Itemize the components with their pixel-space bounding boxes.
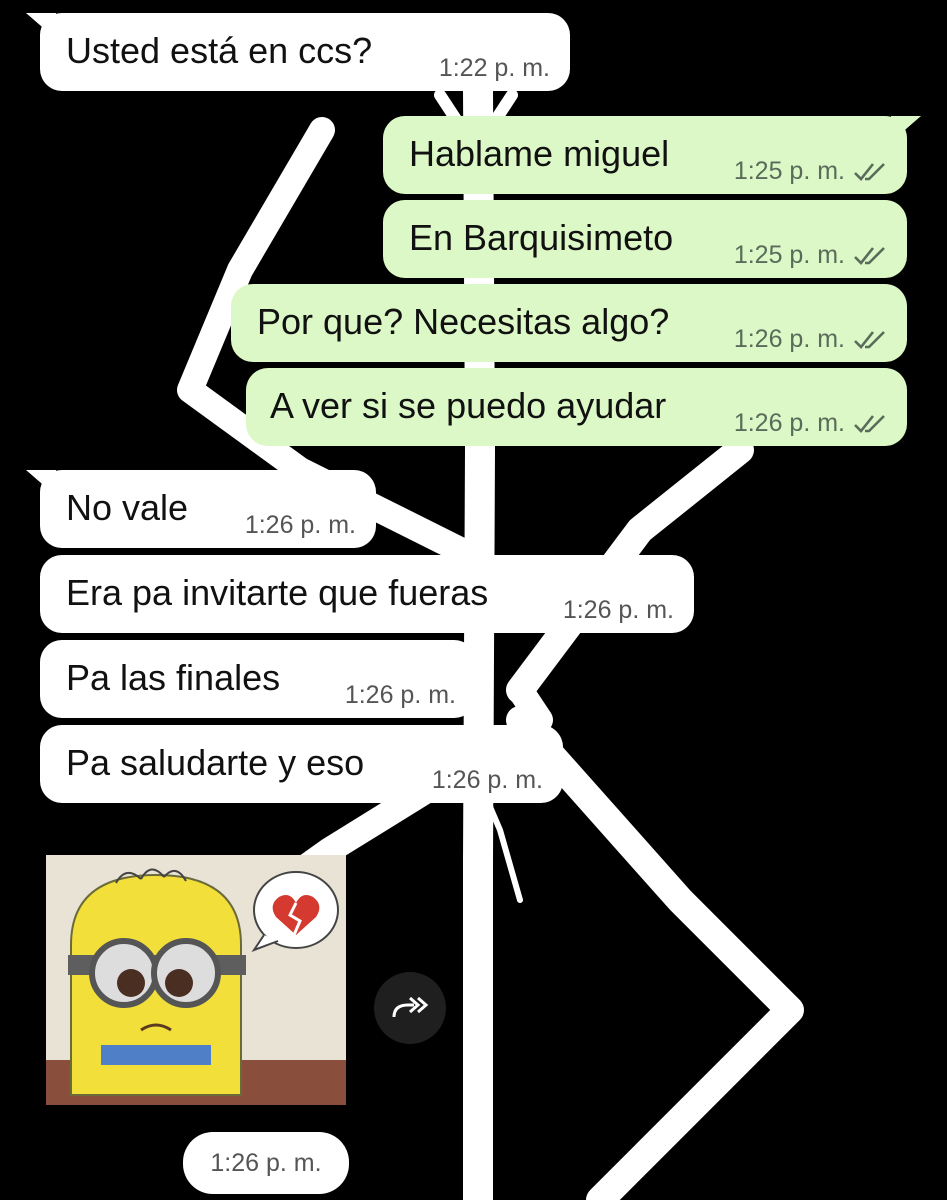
message-bubble-outgoing[interactable]: Por que? Necesitas algo? 1:26 p. m. [231, 284, 907, 362]
forward-icon [392, 996, 429, 1018]
message-text: No vale [66, 487, 189, 528]
message-time: 1:25 p. m. [733, 157, 845, 185]
double-check-icon [854, 162, 885, 181]
message-bubble-outgoing[interactable]: Hablame miguel 1:25 p. m. [383, 116, 921, 194]
double-check-icon [854, 246, 885, 265]
message-meta: 1:26 p. m. [734, 411, 887, 436]
message-meta: 1:26 p. m. [432, 768, 543, 793]
message-time: 1:26 p. m. [244, 511, 356, 539]
message-time: 1:22 p. m. [438, 54, 550, 82]
message-time: 1:26 p. m. [431, 766, 543, 794]
message-text: Pa saludarte y eso [66, 742, 365, 783]
message-text: Por que? Necesitas algo? [257, 301, 670, 342]
message-bubble-incoming[interactable]: Pa saludarte y eso 1:26 p. m. [40, 725, 563, 803]
message-bubble-outgoing[interactable]: En Barquisimeto 1:25 p. m. [383, 200, 907, 278]
double-check-icon [854, 330, 885, 349]
message-text: Hablame miguel [409, 133, 670, 174]
double-check-icon [854, 414, 885, 433]
sad-minion-sticker[interactable] [46, 855, 346, 1105]
message-bubble-incoming[interactable]: Usted está en ccs? 1:22 p. m. [26, 13, 570, 91]
message-bubble-incoming[interactable]: No vale 1:26 p. m. [26, 470, 376, 548]
chat-screen: Usted está en ccs? 1:22 p. m. Hablame mi… [0, 0, 947, 1200]
message-meta: 1:26 p. m. [345, 683, 456, 708]
message-time: 1:26 p. m. [733, 409, 845, 437]
message-meta: 1:22 p. m. [439, 56, 550, 81]
message-text: A ver si se puedo ayudar [270, 385, 667, 426]
sticker-time: 1:26 p. m. [210, 1148, 322, 1177]
sticker-time-badge: 1:26 p. m. [183, 1132, 349, 1194]
message-meta: 1:26 p. m. [563, 598, 674, 623]
message-text: En Barquisimeto [409, 217, 674, 258]
bubble-tail-icon [891, 116, 921, 142]
sad-minion-broken-heart-icon [46, 855, 346, 1105]
message-text: Pa las finales [66, 657, 281, 698]
bubble-tail-icon [26, 470, 56, 496]
forward-button[interactable] [374, 972, 446, 1044]
message-bubble-outgoing[interactable]: A ver si se puedo ayudar 1:26 p. m. [246, 368, 907, 446]
message-time: 1:26 p. m. [733, 325, 845, 353]
message-text: Usted está en ccs? [66, 30, 373, 71]
message-bubble-incoming[interactable]: Era pa invitarte que fueras 1:26 p. m. [40, 555, 694, 633]
message-time: 1:26 p. m. [562, 596, 674, 624]
message-time: 1:25 p. m. [733, 241, 845, 269]
bubble-tail-icon [26, 13, 56, 39]
message-meta: 1:26 p. m. [245, 513, 356, 538]
message-meta: 1:26 p. m. [734, 327, 887, 352]
message-meta: 1:25 p. m. [734, 159, 887, 184]
message-bubble-incoming[interactable]: Pa las finales 1:26 p. m. [40, 640, 476, 718]
message-meta: 1:25 p. m. [734, 243, 887, 268]
message-text: Era pa invitarte que fueras [66, 572, 489, 613]
message-time: 1:26 p. m. [344, 681, 456, 709]
